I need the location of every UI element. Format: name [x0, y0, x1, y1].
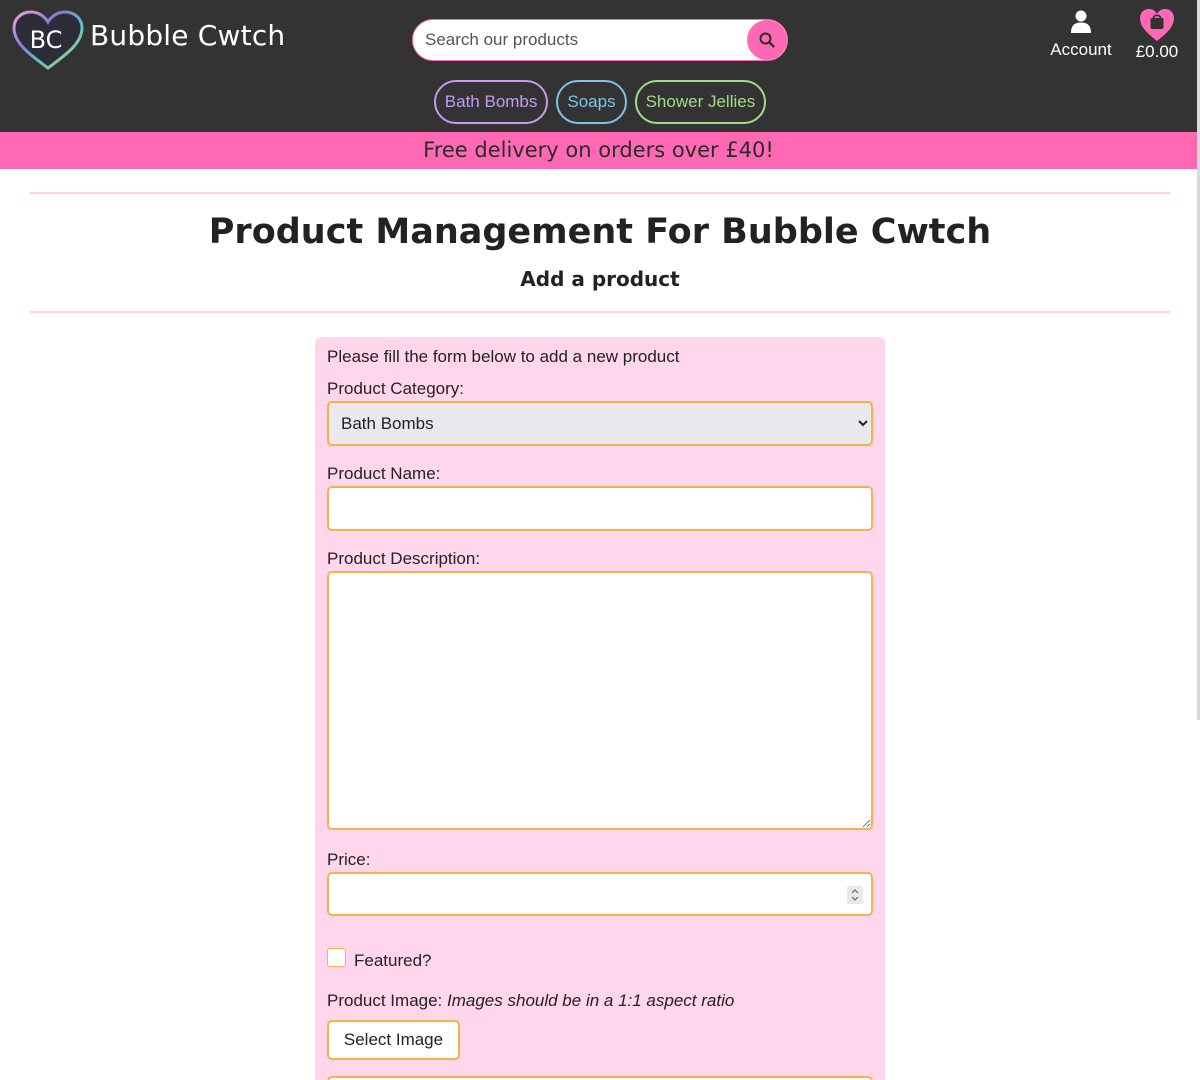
featured-label: Featured? — [354, 951, 432, 970]
bubble-cwtch-logo[interactable]: BC — [12, 10, 84, 70]
price-input[interactable] — [327, 872, 873, 916]
nav-bath-bombs[interactable]: Bath Bombs — [433, 80, 549, 124]
product-name-input[interactable] — [327, 486, 873, 531]
product-image-hint: Images should be in a 1:1 aspect ratio — [447, 991, 735, 1010]
product-image-label: Product Image: Images should be in a 1:1… — [327, 991, 734, 1011]
svg-text:BC: BC — [30, 26, 63, 54]
brand-name[interactable]: Bubble Cwtch — [90, 19, 285, 52]
divider — [30, 192, 1170, 194]
search-bar — [412, 19, 788, 61]
product-description-label: Product Description: — [327, 549, 481, 568]
add-product-form: Please fill the form below to add a new … — [315, 337, 885, 1080]
price-spinner[interactable] — [847, 886, 863, 904]
product-name-label: Product Name: — [327, 464, 441, 483]
search-icon — [759, 32, 775, 48]
heart-bag-icon — [1140, 9, 1174, 41]
category-label: Product Category: — [327, 379, 465, 398]
product-description-textarea[interactable] — [327, 571, 873, 830]
user-icon — [1071, 10, 1091, 33]
page-title: Product Management For Bubble Cwtch — [208, 212, 992, 252]
nav-soaps[interactable]: Soaps — [556, 80, 627, 124]
category-nav: Bath Bombs Soaps Shower Jellies — [0, 80, 1200, 124]
promo-banner: Free delivery on orders over £40! — [0, 132, 1197, 169]
page-subtitle: Add a product — [520, 267, 680, 291]
form-intro: Please fill the form below to add a new … — [327, 347, 680, 366]
basket-link[interactable]: £0.00 — [1128, 8, 1186, 66]
search-input[interactable] — [425, 20, 745, 60]
nav-shower-jellies-label: Shower Jellies — [645, 92, 756, 111]
nav-soaps-label: Soaps — [567, 92, 616, 111]
product-image-label-text: Product Image: — [327, 991, 443, 1010]
divider — [30, 311, 1170, 313]
search-button[interactable] — [747, 20, 787, 60]
select-image-button[interactable]: Select Image — [327, 1020, 460, 1060]
basket-total: £0.00 — [1135, 42, 1179, 61]
category-select[interactable]: Bath Bombs — [327, 401, 873, 446]
spinner-arrows-icon — [851, 889, 859, 901]
nav-shower-jellies[interactable]: Shower Jellies — [634, 80, 767, 124]
account-link[interactable]: Account — [1040, 10, 1122, 66]
site-header: BC Bubble Cwtch Account £0.00 Bath Bombs — [0, 0, 1197, 132]
featured-checkbox[interactable] — [327, 948, 346, 967]
price-label: Price: — [327, 850, 371, 869]
account-label: Account — [1050, 40, 1112, 59]
next-form-field[interactable] — [327, 1076, 873, 1080]
nav-bath-bombs-label: Bath Bombs — [444, 92, 538, 111]
